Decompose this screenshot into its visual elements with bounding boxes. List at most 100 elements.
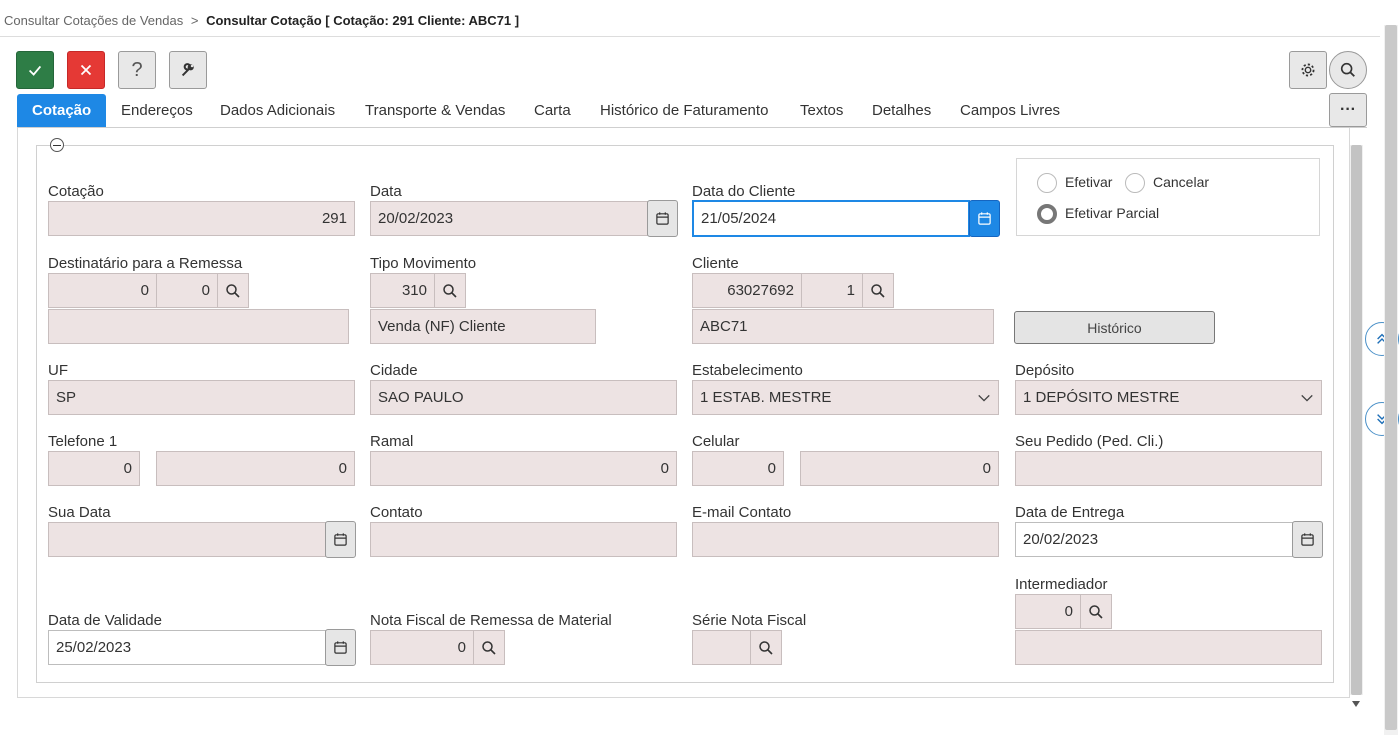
sua-data-calendar-button[interactable] [325,521,356,558]
tab-textos[interactable]: Textos [800,94,843,127]
data-cliente-calendar-button[interactable] [969,200,1000,237]
status-radio-group [1016,158,1320,236]
destinatario-name-field[interactable] [48,309,349,344]
ramal-field[interactable]: 0 [370,451,677,486]
tools-button[interactable] [169,51,207,89]
cancel-button[interactable] [67,51,105,89]
breadcrumb-parent[interactable]: Consultar Cotações de Vendas [4,13,183,28]
celular-label: Celular [692,433,740,450]
sua-data-field[interactable] [48,522,326,557]
cliente-seq-field[interactable]: 1 [801,273,863,308]
data-entrega-calendar-button[interactable] [1292,521,1323,558]
cliente-label: Cliente [692,255,739,272]
tab-cotacao[interactable]: Cotação [17,94,107,127]
data-cliente-field[interactable]: 21/05/2024 [692,200,970,237]
contato-field[interactable] [370,522,677,557]
intermediador-code-field[interactable]: 0 [1015,594,1081,629]
destinatario-code-field[interactable]: 0 [48,273,157,308]
serie-nf-label: Série Nota Fiscal [692,612,807,629]
nf-remessa-label: Nota Fiscal de Remessa de Material [370,612,612,629]
tab-historico-faturamento[interactable]: Histórico de Faturamento [600,94,768,127]
intermediador-label: Intermediador [1015,576,1108,593]
data-validade-calendar-button[interactable] [325,629,356,666]
nf-remessa-search-button[interactable] [473,630,505,665]
tab-transporte-vendas[interactable]: Transporte & Vendas [365,94,505,127]
tipo-movimento-code-field[interactable]: 310 [370,273,435,308]
uf-field[interactable]: SP [48,380,355,415]
search-icon [482,640,496,655]
cliente-search-button[interactable] [862,273,894,308]
data-validade-label: Data de Validade [48,612,162,629]
celular-number-field[interactable]: 0 [800,451,999,486]
help-button[interactable]: ? [118,51,156,89]
destinatario-label: Destinatário para a Remessa [48,255,243,272]
data-entrega-field[interactable]: 20/02/2023 [1015,522,1293,557]
search-icon [443,283,457,298]
intermediador-name-field[interactable] [1015,630,1322,665]
cancelar-radio[interactable] [1125,173,1145,193]
deposito-value: 1 DEPÓSITO MESTRE [1023,389,1180,406]
serie-nf-search-button[interactable] [750,630,782,665]
seu-pedido-field[interactable] [1015,451,1322,486]
data-cliente-label: Data do Cliente [692,183,796,200]
deposito-label: Depósito [1015,362,1075,379]
historico-button[interactable]: Histórico [1014,311,1215,344]
email-contato-label: E-mail Contato [692,504,792,521]
tipo-movimento-search-button[interactable] [434,273,466,308]
wrench-icon [181,63,194,77]
tab-enderecos[interactable]: Endereços [121,94,193,127]
search-icon [871,283,885,298]
cidade-label: Cidade [370,362,418,379]
cidade-field[interactable]: SAO PAULO [370,380,677,415]
search-icon [759,640,773,655]
confirm-button[interactable] [16,51,54,89]
global-search-button[interactable] [1329,51,1367,89]
destinatario-search-button[interactable] [217,273,249,308]
tab-dados-adicionais[interactable]: Dados Adicionais [220,94,335,127]
calendar-icon [656,212,669,225]
cliente-code-field[interactable]: 63027692 [692,273,802,308]
ramal-label: Ramal [370,433,414,450]
breadcrumb: Consultar Cotações de Vendas > Consultar… [4,13,519,28]
deposito-select[interactable]: 1 DEPÓSITO MESTRE [1015,380,1322,415]
cotacao-field[interactable]: 291 [48,201,355,236]
calendar-icon [334,641,347,654]
intermediador-search-button[interactable] [1080,594,1112,629]
seu-pedido-label: Seu Pedido (Ped. Cli.) [1015,433,1164,450]
search-icon [1340,62,1355,77]
tipo-movimento-desc-field[interactable]: Venda (NF) Cliente [370,309,596,344]
breadcrumb-separator: > [190,13,199,28]
efetivar-parcial-radio-label: Efetivar Parcial [1065,205,1160,221]
collapse-section-icon[interactable] [50,138,64,152]
celular-ddd-field[interactable]: 0 [692,451,784,486]
calendar-icon [334,533,347,546]
efetivar-radio[interactable] [1037,173,1057,193]
nf-remessa-field[interactable]: 0 [370,630,474,665]
tab-detalhes[interactable]: Detalhes [872,94,931,127]
more-tabs-button[interactable]: ··· [1329,93,1367,127]
serie-nf-field[interactable] [692,630,751,665]
tab-carta[interactable]: Carta [534,94,571,127]
estabelecimento-label: Estabelecimento [692,362,803,379]
data-field[interactable]: 20/02/2023 [370,201,648,236]
estabelecimento-value: 1 ESTAB. MESTRE [700,389,832,406]
data-validade-field[interactable]: 25/02/2023 [48,630,326,665]
tab-campos-livres[interactable]: Campos Livres [960,94,1060,127]
page-scrollbar-thumb[interactable] [1385,25,1397,730]
cliente-name-field[interactable]: ABC71 [692,309,994,344]
data-calendar-button[interactable] [647,200,678,237]
scroll-down-arrow-icon[interactable] [1352,701,1360,707]
gear-icon [1301,63,1315,77]
destinatario-seq-field[interactable]: 0 [156,273,218,308]
settings-button[interactable] [1289,51,1327,89]
header-divider [0,36,1380,37]
telefone-ddd-field[interactable]: 0 [48,451,140,486]
telefone-number-field[interactable]: 0 [156,451,355,486]
estabelecimento-select[interactable]: 1 ESTAB. MESTRE [692,380,999,415]
email-contato-field[interactable] [692,522,999,557]
efetivar-parcial-radio[interactable] [1037,204,1057,224]
check-icon [28,65,42,76]
form-scrollbar-thumb[interactable] [1351,145,1362,695]
calendar-icon [1301,533,1314,546]
cancelar-radio-label: Cancelar [1153,174,1210,190]
